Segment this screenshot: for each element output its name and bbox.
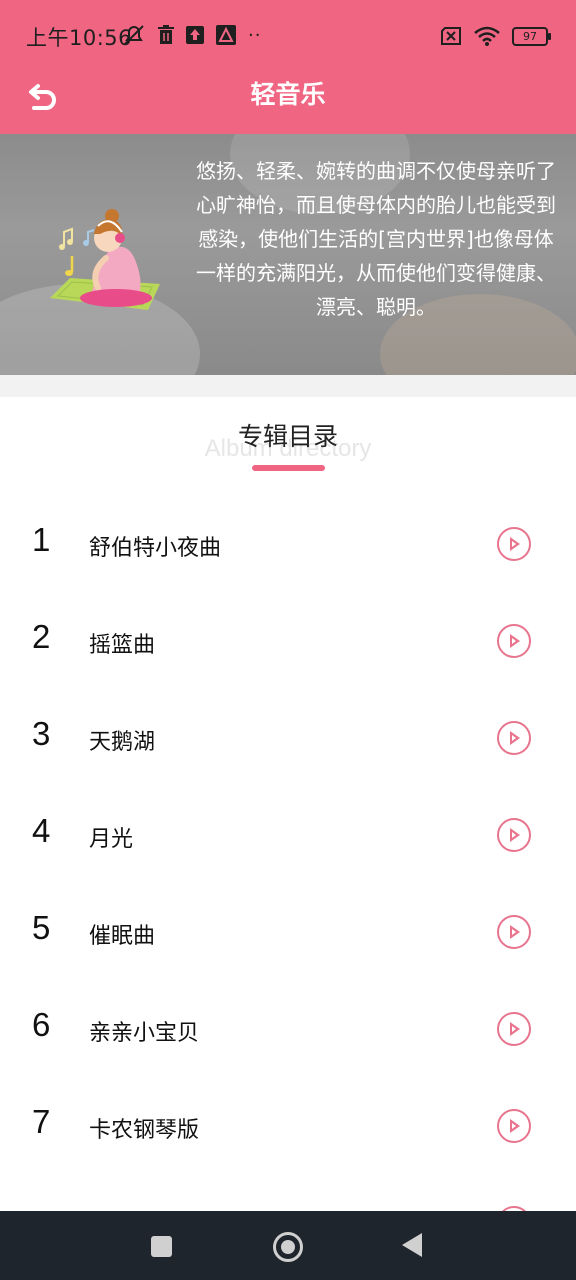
track-number: 5 [32, 909, 51, 946]
track-number: 1 [32, 521, 51, 558]
section-divider [0, 375, 576, 397]
track-number: 2 [32, 618, 51, 655]
track-number: 6 [32, 1006, 51, 1043]
status-time: 上午10:56 [26, 26, 133, 50]
track-number: 7 [32, 1103, 51, 1140]
list-item[interactable]: 3 天鹅湖 [0, 691, 576, 788]
play-icon[interactable] [497, 1012, 531, 1046]
more-dots-icon: ·· [248, 24, 262, 46]
app-icon [216, 25, 236, 45]
trash-icon [158, 25, 174, 44]
wifi-icon [474, 26, 500, 46]
list-item[interactable]: 7 卡农钢琴版 [0, 1079, 576, 1176]
intro-banner: 悠扬、轻柔、婉转的曲调不仅使母亲听了心旷神怡，而且使母体内的胎儿也能受到感染，使… [0, 134, 576, 375]
battery-icon: 97 [512, 26, 551, 46]
track-title: 天鹅湖 [89, 730, 156, 755]
upload-icon [186, 26, 204, 44]
track-list[interactable]: 1 舒伯特小夜曲 2 摇篮曲 3 天鹅湖 4 月光 5 催眠曲 6 亲亲小宝贝 … [0, 497, 576, 1211]
list-item[interactable]: 4 月光 [0, 788, 576, 885]
list-item[interactable]: 5 催眠曲 [0, 885, 576, 982]
page-title: 轻音乐 [250, 80, 326, 109]
status-icons-right: 97 [440, 24, 551, 48]
track-title: 摇篮曲 [89, 633, 156, 658]
play-icon[interactable] [497, 1109, 531, 1143]
list-item[interactable]: 6 亲亲小宝贝 [0, 982, 576, 1079]
track-title: 月光 [89, 827, 134, 852]
status-bar: 上午10:56 ·· 97 [0, 0, 576, 68]
mute-icon [124, 25, 144, 45]
app-bar: 轻音乐 [0, 68, 576, 134]
track-title: 亲亲小宝贝 [89, 1021, 200, 1046]
play-icon[interactable] [497, 527, 531, 561]
album-directory-header: Album directory 专辑目录 [0, 397, 576, 487]
no-sim-icon [441, 27, 461, 45]
recent-apps-icon[interactable] [151, 1236, 172, 1257]
system-nav-bar [0, 1211, 576, 1280]
play-icon[interactable] [497, 915, 531, 949]
track-title: 催眠曲 [89, 924, 156, 949]
home-icon[interactable] [273, 1232, 303, 1262]
banner-description: 悠扬、轻柔、婉转的曲调不仅使母亲听了心旷神怡，而且使母体内的胎儿也能受到感染，使… [196, 159, 556, 319]
track-number: 4 [32, 812, 51, 849]
pregnant-woman-music-illustration [50, 209, 160, 310]
status-icons-left: ·· [122, 24, 261, 46]
track-number: 3 [32, 715, 51, 752]
list-item-partial[interactable] [0, 1176, 576, 1211]
play-icon[interactable] [497, 624, 531, 658]
track-title: 卡农钢琴版 [89, 1118, 200, 1143]
list-item[interactable]: 1 舒伯特小夜曲 [0, 497, 576, 594]
play-icon[interactable] [497, 818, 531, 852]
track-title: 舒伯特小夜曲 [89, 536, 222, 561]
section-underline [252, 465, 325, 471]
back-icon[interactable] [402, 1233, 422, 1257]
play-icon[interactable] [497, 721, 531, 755]
section-title: 专辑目录 [237, 422, 338, 451]
list-item[interactable]: 2 摇篮曲 [0, 594, 576, 691]
